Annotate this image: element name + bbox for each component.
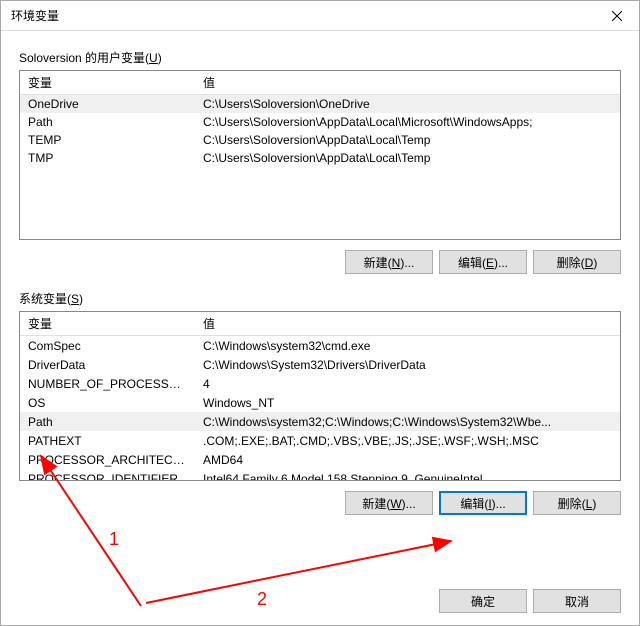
window-title: 环境变量 <box>11 7 59 24</box>
cancel-button[interactable]: 取消 <box>533 589 621 613</box>
var-name: DriverData <box>20 358 195 372</box>
sys-vars-label: 系统变量(S) <box>19 290 621 307</box>
table-row[interactable]: PROCESSOR_IDENTIFIERIntel64 Family 6 Mod… <box>20 469 620 481</box>
footer-buttons: 确定 取消 <box>19 575 621 613</box>
table-row[interactable]: PathC:\Users\Soloversion\AppData\Local\M… <box>20 113 620 131</box>
var-name: PROCESSOR_ARCHITECTURE <box>20 453 195 467</box>
user-vars-listbox[interactable]: 变量 值 OneDriveC:\Users\Soloversion\OneDri… <box>19 70 621 240</box>
user-vars-header: 变量 值 <box>20 71 620 95</box>
ok-button[interactable]: 确定 <box>439 589 527 613</box>
table-row[interactable]: TEMPC:\Users\Soloversion\AppData\Local\T… <box>20 131 620 149</box>
sys-vars-body[interactable]: ComSpecC:\Windows\system32\cmd.exeDriver… <box>20 336 620 481</box>
titlebar: 环境变量 <box>1 1 639 31</box>
sys-vars-buttons: 新建(W)... 编辑(I)... 删除(L) <box>19 491 621 515</box>
var-value: C:\Users\Soloversion\OneDrive <box>195 97 620 111</box>
var-name: OS <box>20 396 195 410</box>
sys-vars-header: 变量 值 <box>20 312 620 336</box>
table-row[interactable]: OSWindows_NT <box>20 393 620 412</box>
table-row[interactable]: PATHEXT.COM;.EXE;.BAT;.CMD;.VBS;.VBE;.JS… <box>20 431 620 450</box>
var-name: Path <box>20 115 195 129</box>
col-header-value[interactable]: 值 <box>195 70 620 95</box>
user-new-button[interactable]: 新建(N)... <box>345 250 433 274</box>
table-row[interactable]: OneDriveC:\Users\Soloversion\OneDrive <box>20 95 620 113</box>
var-value: .COM;.EXE;.BAT;.CMD;.VBS;.VBE;.JS;.JSE;.… <box>195 434 620 448</box>
var-name: PATHEXT <box>20 434 195 448</box>
var-value: C:\Users\Soloversion\AppData\Local\Temp <box>195 133 620 147</box>
table-row[interactable]: DriverDataC:\Windows\System32\Drivers\Dr… <box>20 355 620 374</box>
var-name: TMP <box>20 151 195 165</box>
user-edit-button[interactable]: 编辑(E)... <box>439 250 527 274</box>
col-header-name[interactable]: 变量 <box>20 311 195 336</box>
close-button[interactable] <box>594 1 639 31</box>
var-name: NUMBER_OF_PROCESSORS <box>20 377 195 391</box>
col-header-name[interactable]: 变量 <box>20 70 195 95</box>
env-vars-dialog: 环境变量 Soloversion 的用户变量(U) 变量 值 OneDriveC… <box>0 0 640 626</box>
annotation-label-1: 1 <box>109 529 119 550</box>
table-row[interactable]: TMPC:\Users\Soloversion\AppData\Local\Te… <box>20 149 620 167</box>
var-value: Intel64 Family 6 Model 158 Stepping 9, G… <box>195 472 620 482</box>
var-name: PROCESSOR_IDENTIFIER <box>20 472 195 482</box>
user-delete-button[interactable]: 删除(D) <box>533 250 621 274</box>
table-row[interactable]: PathC:\Windows\system32;C:\Windows;C:\Wi… <box>20 412 620 431</box>
var-value: Windows_NT <box>195 396 620 410</box>
sys-vars-listbox[interactable]: 变量 值 ComSpecC:\Windows\system32\cmd.exeD… <box>19 311 621 481</box>
var-value: AMD64 <box>195 453 620 467</box>
var-value: 4 <box>195 377 620 391</box>
var-name: ComSpec <box>20 339 195 353</box>
user-vars-label: Soloversion 的用户变量(U) <box>19 49 621 66</box>
var-value: C:\Windows\System32\Drivers\DriverData <box>195 358 620 372</box>
sys-delete-button[interactable]: 删除(L) <box>533 491 621 515</box>
var-value: C:\Windows\system32\cmd.exe <box>195 339 620 353</box>
user-vars-buttons: 新建(N)... 编辑(E)... 删除(D) <box>19 250 621 274</box>
sys-edit-button[interactable]: 编辑(I)... <box>439 491 527 515</box>
var-value: C:\Windows\system32;C:\Windows;C:\Window… <box>195 415 620 429</box>
col-header-value[interactable]: 值 <box>195 311 620 336</box>
var-name: TEMP <box>20 133 195 147</box>
table-row[interactable]: ComSpecC:\Windows\system32\cmd.exe <box>20 336 620 355</box>
user-vars-body[interactable]: OneDriveC:\Users\Soloversion\OneDrivePat… <box>20 95 620 240</box>
close-icon <box>612 11 622 21</box>
dialog-content: Soloversion 的用户变量(U) 变量 值 OneDriveC:\Use… <box>1 31 639 625</box>
table-row[interactable]: NUMBER_OF_PROCESSORS4 <box>20 374 620 393</box>
var-value: C:\Users\Soloversion\AppData\Local\Micro… <box>195 115 620 129</box>
sys-new-button[interactable]: 新建(W)... <box>345 491 433 515</box>
var-name: OneDrive <box>20 97 195 111</box>
var-name: Path <box>20 415 195 429</box>
var-value: C:\Users\Soloversion\AppData\Local\Temp <box>195 151 620 165</box>
table-row[interactable]: PROCESSOR_ARCHITECTUREAMD64 <box>20 450 620 469</box>
